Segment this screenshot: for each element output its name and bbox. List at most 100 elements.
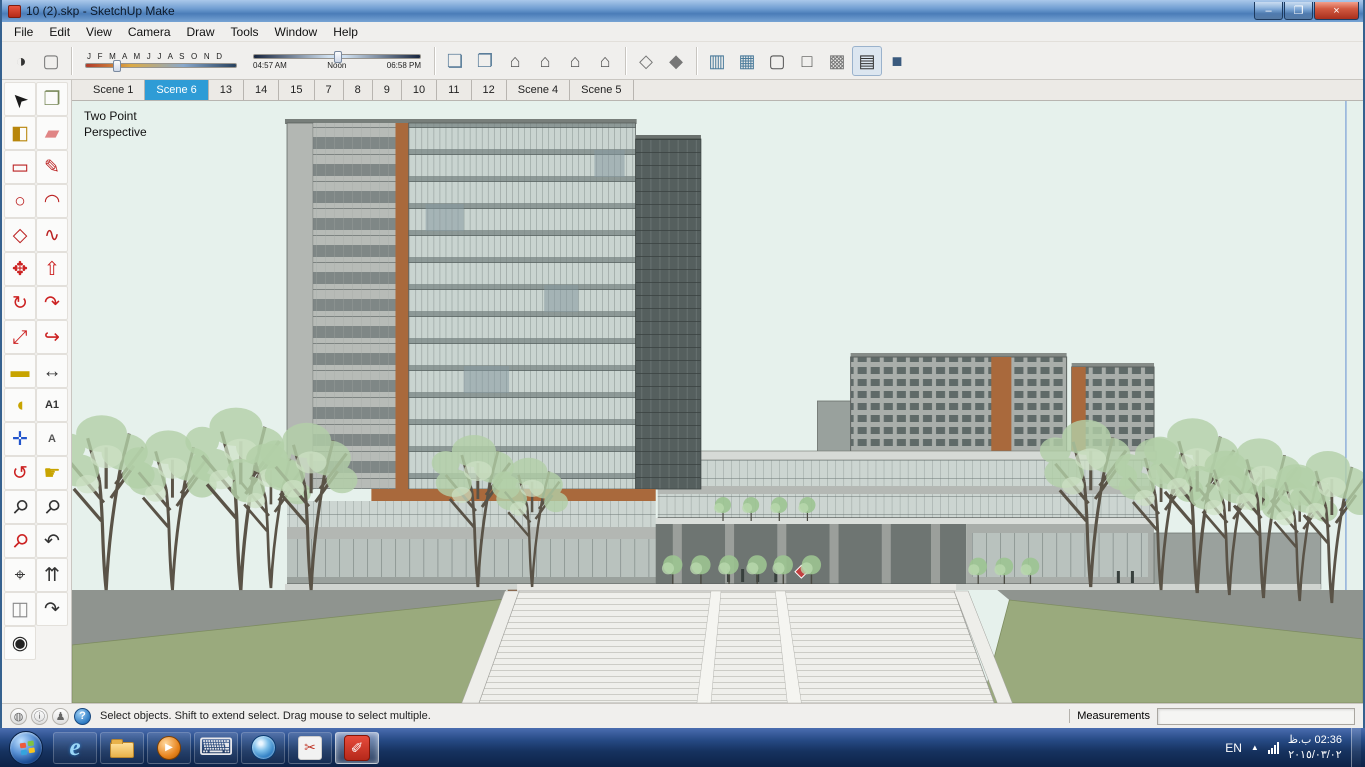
sign-in-icon[interactable]: ♟ [52, 707, 69, 725]
menu-edit[interactable]: Edit [41, 23, 78, 41]
next-view-tool[interactable]: ↷ [36, 592, 68, 626]
walk-tool[interactable]: ⇈ [36, 558, 68, 592]
scene-tab-scene-4[interactable]: Scene 4 [507, 80, 571, 100]
circle-tool[interactable]: ○ [4, 184, 36, 218]
back-edges-style-button[interactable]: ▦ [732, 46, 762, 76]
select-tool[interactable]: ➤ [4, 82, 36, 116]
menu-view[interactable]: View [78, 23, 120, 41]
offset-tool[interactable]: ↪ [36, 320, 68, 354]
scene-tab-scene-6[interactable]: Scene 6 [145, 80, 209, 100]
scene-tab-12[interactable]: 12 [472, 80, 507, 100]
media-player-taskbar-button[interactable] [147, 731, 191, 764]
monochrome-style-button[interactable]: ■ [882, 46, 912, 76]
orthographic-view-button[interactable]: ❏ [440, 46, 470, 76]
shaded-style-button[interactable]: ▩ [822, 46, 852, 76]
internet-explorer-taskbar-button[interactable] [53, 731, 97, 764]
right-view-button[interactable]: ⌂ [590, 46, 620, 76]
scene-tab-scene-5[interactable]: Scene 5 [570, 80, 634, 100]
pan-tool[interactable]: ☛ [36, 456, 68, 490]
network-icon[interactable] [1267, 741, 1279, 754]
orbit-tool[interactable]: ↺ [4, 456, 36, 490]
front-view-button[interactable]: ⌂ [560, 46, 590, 76]
perspective-view-button[interactable]: ❐ [470, 46, 500, 76]
top-view-button[interactable]: ⌂ [530, 46, 560, 76]
tape-measure-tool[interactable]: ▬ [4, 354, 36, 388]
wireframe-style-button[interactable]: ▢ [762, 46, 792, 76]
menu-file[interactable]: File [6, 23, 41, 41]
viewport[interactable]: Two Point Perspective [72, 101, 1363, 703]
iso-view-button[interactable]: ⌂ [500, 46, 530, 76]
eraser-tool[interactable]: ▰ [36, 116, 68, 150]
date-slider-track[interactable] [85, 59, 237, 72]
paint-bucket-tool[interactable]: ◧ [4, 116, 36, 150]
zoom-extents-tool[interactable]: ⚲ [4, 524, 36, 558]
hidden-line-style-button[interactable]: □ [792, 46, 822, 76]
previous-view-tool[interactable]: ↶ [36, 524, 68, 558]
x-ray-style-button[interactable]: ▥ [702, 46, 732, 76]
text-tool[interactable]: A1 [36, 388, 68, 422]
time-slider-handle[interactable] [333, 50, 342, 63]
protractor-tool[interactable]: ◖ [4, 388, 36, 422]
close-button[interactable]: × [1314, 2, 1359, 20]
position-camera-tool[interactable]: ⌖ [4, 558, 36, 592]
minimize-button[interactable]: – [1254, 2, 1283, 20]
polygon-tool[interactable]: ◇ [4, 218, 36, 252]
on-screen-keyboard-taskbar-button[interactable] [194, 731, 238, 764]
look-around-tool[interactable]: ◉ [4, 626, 36, 660]
push-pull-tool[interactable]: ⇧ [36, 252, 68, 286]
start-button[interactable] [9, 730, 43, 765]
scene-tab-11[interactable]: 11 [437, 80, 472, 100]
clock[interactable]: 02:36 ب.ظ ٢٠١٥/٠٣/٠٢ [1288, 733, 1342, 762]
rectangle-tool[interactable]: ▭ [4, 150, 36, 184]
scene-tab-scene-1[interactable]: Scene 1 [82, 80, 146, 100]
claim-credit-icon[interactable]: ⓘ [31, 707, 48, 725]
time-slider-track[interactable] [253, 50, 421, 63]
zoom-tool[interactable]: ⚲ [4, 490, 36, 524]
windows-explorer-taskbar-button[interactable] [100, 731, 144, 764]
section-plane-button[interactable]: ◇ [631, 46, 661, 76]
show-desktop-button[interactable] [1351, 728, 1361, 767]
menu-tools[interactable]: Tools [223, 23, 267, 41]
scene-tab-13[interactable]: 13 [209, 80, 244, 100]
axes-tool[interactable]: ✛ [4, 422, 36, 456]
scene-tab-14[interactable]: 14 [244, 80, 280, 100]
titlebar[interactable]: 10 (2).skp - SketchUp Make – ❐ × [2, 0, 1363, 22]
freehand-tool[interactable]: ∿ [36, 218, 68, 252]
scene-tab-9[interactable]: 9 [373, 80, 402, 100]
follow-me-tool[interactable]: ↷ [36, 286, 68, 320]
tray-expand-icon[interactable]: ▲ [1251, 743, 1259, 752]
geolocation-icon[interactable]: ◍ [10, 707, 27, 725]
menu-window[interactable]: Window [267, 23, 326, 41]
help-icon[interactable]: ? [74, 707, 91, 725]
date-slider-handle[interactable] [113, 59, 121, 72]
google-earth-taskbar-button[interactable] [241, 731, 285, 764]
section-cut-button[interactable]: ◆ [661, 46, 691, 76]
zoom-window-tool[interactable]: ⚲ [36, 490, 68, 524]
scale-tool[interactable]: ⤢ [4, 320, 36, 354]
measurements-input[interactable] [1157, 707, 1355, 725]
toggle-shadows-button[interactable]: ▢ [36, 46, 66, 76]
menu-camera[interactable]: Camera [120, 23, 179, 41]
move-tool[interactable]: ✥ [4, 252, 36, 286]
sketchup-taskbar-button[interactable] [335, 731, 379, 764]
shadow-settings-button[interactable]: ◑ [6, 46, 36, 76]
scene-tab-8[interactable]: 8 [344, 80, 373, 100]
model-canvas[interactable] [72, 101, 1363, 703]
shaded-textures-style-button[interactable]: ▤ [852, 45, 882, 76]
scene-tab-10[interactable]: 10 [402, 80, 438, 100]
3d-text-tool[interactable]: A [36, 422, 68, 456]
rotate-tool[interactable]: ↻ [4, 286, 36, 320]
make-component-tool[interactable]: ❐ [36, 82, 68, 116]
section-plane-tool[interactable]: ◫ [4, 592, 36, 626]
scene-tab-7[interactable]: 7 [315, 80, 344, 100]
maximize-button[interactable]: ❐ [1284, 2, 1313, 20]
menu-draw[interactable]: Draw [179, 23, 223, 41]
shadow-time-slider[interactable]: 04:57 AM Noon 06:58 PM [253, 50, 421, 70]
arc-tool[interactable]: ◠ [36, 184, 68, 218]
shadow-date-slider[interactable]: J F M A M J J A S O N D [85, 52, 237, 72]
scene-tab-15[interactable]: 15 [279, 80, 315, 100]
snipping-tool-taskbar-button[interactable] [288, 731, 332, 764]
language-indicator[interactable]: EN [1225, 741, 1242, 755]
menu-help[interactable]: Help [325, 23, 366, 41]
dimension-tool[interactable]: ↔ [36, 354, 68, 388]
